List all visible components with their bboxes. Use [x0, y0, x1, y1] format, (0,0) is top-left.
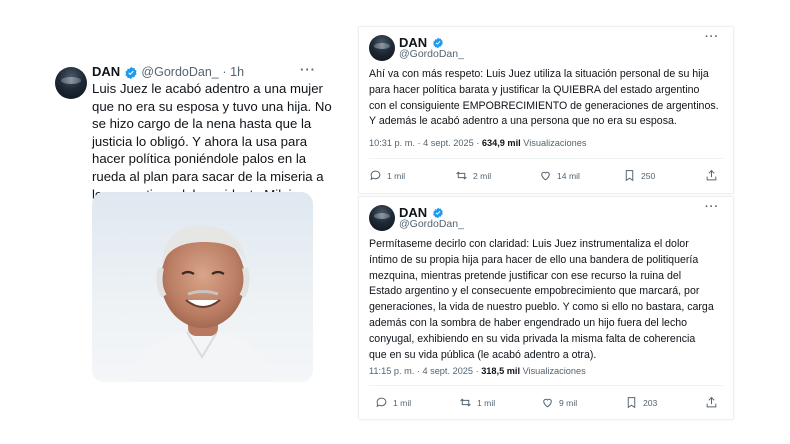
avatar[interactable] — [369, 35, 395, 61]
tweet-text-line: Ahí va con más respeto: Luis Juez utiliz… — [369, 68, 709, 80]
quoted-tweet-card[interactable]: DAN @GordoDan_ ··· Ahí va con más respet… — [358, 26, 734, 194]
tweet-text-line: para hacer política barata y justificar … — [369, 83, 700, 96]
user-handle[interactable]: @GordoDan_ — [399, 218, 464, 230]
tweet-photo[interactable] — [92, 192, 313, 382]
divider — [369, 385, 723, 386]
view-count: 634,9 mil — [481, 138, 521, 148]
reply-button[interactable]: 1 mil — [375, 396, 411, 409]
tweet-text-line: que no era su esposa y tuvo una hija. No — [92, 98, 332, 114]
tweet-text: Luis Juez le acabó adentro a una mujer q… — [92, 80, 332, 203]
views-label: Visualizaciones — [520, 366, 586, 376]
repost-icon — [460, 398, 471, 407]
like-button[interactable]: 9 mil — [541, 396, 577, 409]
action-bar: 1 mil 1 mil 9 mil 203 — [369, 396, 723, 412]
more-options-icon[interactable]: ··· — [300, 62, 316, 77]
views-label: Visualizaciones — [520, 138, 587, 148]
tweet-text-line: Estado argentino y el consecuente empobr… — [369, 285, 700, 298]
repost-count: 1 mil — [477, 397, 496, 408]
repost-count: 2 mil — [473, 170, 492, 181]
tweet-meta: 10:31 p. m. · 4 sept. 2025 · 634,9 mil V… — [369, 138, 586, 148]
tweet-header: DAN @GordoDan_ · 1h — [92, 64, 244, 80]
reply-icon — [370, 170, 381, 181]
like-button[interactable]: 14 mil — [539, 169, 580, 182]
like-count: 9 mil — [559, 397, 578, 408]
bookmark-icon — [627, 397, 636, 409]
verified-badge-icon — [125, 66, 137, 79]
repost-button[interactable]: 1 mil — [459, 396, 495, 409]
share-icon — [706, 396, 717, 408]
repost-icon — [456, 171, 467, 180]
tweet-text-line: mezquina, mientras pretende justificar c… — [369, 269, 682, 282]
bookmark-button[interactable]: 250 — [623, 169, 655, 182]
reply-count: 1 mil — [393, 397, 412, 408]
display-name[interactable]: DAN — [92, 64, 120, 79]
share-icon — [706, 169, 717, 181]
tweet-time[interactable]: 1h — [230, 65, 244, 79]
tweet-text-line: con el consiguiente EMPOBRECIMIENTO de g… — [369, 99, 719, 112]
tweet-text-line: generaciones, la vida de nuestro pueblo.… — [369, 301, 714, 314]
bookmark-count: 203 — [643, 397, 658, 408]
share-button[interactable] — [705, 169, 718, 182]
more-options-icon[interactable]: ··· — [705, 31, 719, 43]
avatar[interactable] — [55, 67, 87, 99]
tweet-timestamp[interactable]: 11:15 p. m. · 4 sept. 2025 · — [369, 366, 481, 376]
tweet-text-line: hacer política poniéndole palos en la — [92, 151, 307, 167]
repost-button[interactable]: 2 mil — [455, 169, 491, 182]
user-handle[interactable]: @GordoDan_ — [399, 48, 464, 60]
share-button[interactable] — [705, 396, 718, 409]
tweet-text-line: Y además le acabó adentro a una persona … — [369, 115, 677, 128]
heart-icon — [543, 398, 552, 408]
reply-icon — [376, 397, 387, 408]
tweet-meta: 11:15 p. m. · 4 sept. 2025 · 318,5 mil V… — [369, 366, 586, 376]
reply-button[interactable]: 1 mil — [369, 169, 405, 182]
tweet-text: Permítaseme decirlo con claridad: Luis J… — [369, 237, 714, 363]
tweet-text-line: se hizo cargo de la nena hasta que la — [92, 116, 312, 132]
tweet-text-line: justicia lo obligó. Y ahora la usa para — [92, 133, 308, 149]
avatar[interactable] — [369, 205, 395, 231]
tweet-text: Ahí va con más respeto: Luis Juez utiliz… — [369, 67, 719, 130]
view-count: 318,5 mil — [481, 366, 521, 376]
tweet-text-line: Permítaseme decirlo con claridad: Luis J… — [369, 238, 689, 250]
tweet-timestamp[interactable]: 10:31 p. m. · 4 sept. 2025 · — [369, 138, 482, 148]
heart-icon — [541, 171, 550, 181]
tweet-text-line: además con la sombra de haber engendrado… — [369, 316, 688, 329]
more-options-icon[interactable]: ··· — [705, 201, 719, 213]
bookmark-icon — [625, 170, 634, 182]
tweet-text-line: que en su vida pública (le acabó adentro… — [369, 348, 597, 361]
bookmark-button[interactable]: 203 — [625, 396, 657, 409]
like-count: 14 mil — [557, 170, 580, 181]
tweet-text-line: Luis Juez le acabó adentro a una mujer — [92, 81, 323, 96]
bookmark-count: 250 — [641, 170, 656, 181]
divider — [369, 158, 723, 159]
separator-dot: · — [222, 65, 227, 79]
man-portrait-image — [132, 225, 274, 382]
verified-badge-icon — [432, 37, 443, 49]
action-bar: 1 mil 2 mil 14 mil 250 — [369, 169, 723, 185]
user-handle[interactable]: @GordoDan_ — [141, 65, 218, 79]
verified-badge-icon — [432, 207, 443, 219]
tweet-text-line: íntimo de su propia hija para hacer de e… — [369, 253, 699, 266]
tweet-text-line: rueda al plan para sacar de la miseria a — [92, 168, 324, 184]
tweet-text-line: conyugal, exhibiendo en su vida privada … — [369, 332, 696, 345]
quoted-tweet-card[interactable]: DAN @GordoDan_ ··· Permítaseme decirlo c… — [358, 196, 734, 420]
reply-count: 1 mil — [387, 170, 406, 181]
